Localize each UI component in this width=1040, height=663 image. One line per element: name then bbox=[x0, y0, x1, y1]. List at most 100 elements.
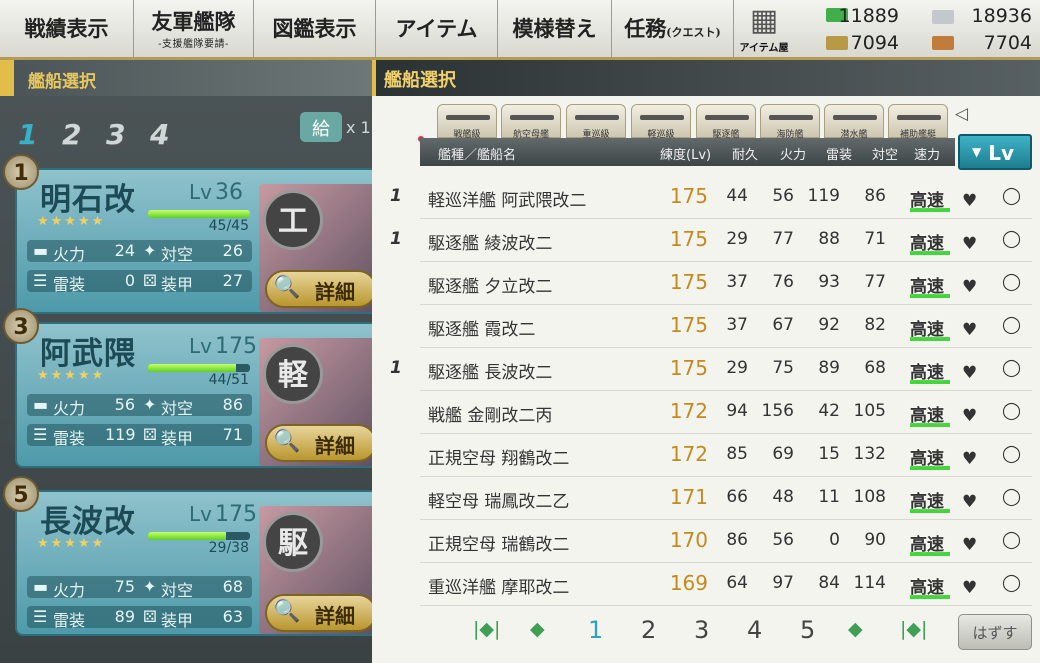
ship-row[interactable]: 軽空母 瑞鳳改二乙 171 66 48 11 108 高速 ♥ ◯ bbox=[420, 477, 1032, 520]
ship-card[interactable]: 3 阿武隈 Lv 175 ★★★★★ 44/51 ▬ 火力 56 ✦ 対空 86 ☰ 雷装 1… bbox=[3, 308, 381, 468]
ship-row[interactable]: 正規空母 翔鶴改二 172 85 69 15 132 高速 ♥ ◯ bbox=[420, 434, 1032, 477]
sort-dropdown[interactable]: ▼ Lv bbox=[958, 134, 1032, 170]
ship-row[interactable]: 1 駆逐艦 綾波改二 175 29 77 88 71 高速 ♥ ◯ bbox=[390, 219, 1032, 262]
bauxite-amount: 7704 bbox=[983, 32, 1032, 54]
speed-badge: 高速 bbox=[910, 401, 950, 427]
fleet-tab-2[interactable]: 2 bbox=[62, 118, 81, 151]
aa-value: 86 bbox=[222, 395, 243, 414]
tab-submarine[interactable]: 潜水艦 bbox=[824, 104, 884, 140]
detail-label: 詳細 bbox=[315, 434, 355, 458]
armor-value: 71 bbox=[222, 425, 243, 444]
heart-lock-icon: ♥ bbox=[962, 234, 978, 254]
fleet-tab-1[interactable]: 1 bbox=[18, 118, 37, 151]
tab-battleship[interactable]: 戦艦級 bbox=[437, 104, 497, 140]
prev-page-icon[interactable]: ◆ bbox=[530, 618, 545, 640]
tab-carrier[interactable]: 航空母艦 bbox=[501, 104, 561, 140]
stat-row: ▬ 火力 75 ✦ 対空 68 bbox=[27, 576, 252, 600]
stat-fire: 76 bbox=[772, 272, 794, 292]
armor-icon: ⚄ bbox=[143, 425, 157, 444]
menu-friend-fleet[interactable]: 友軍艦隊 -支援艦隊要請- bbox=[134, 0, 254, 58]
hp-text: 45/45 bbox=[208, 218, 249, 234]
stat-hp: 37 bbox=[726, 272, 748, 292]
ship-type-name: 駆逐艦 綾波改二 bbox=[428, 234, 553, 254]
lv-label: Lv bbox=[189, 180, 212, 204]
ship-card[interactable]: 1 明石改 Lv 36 ★★★★★ 45/45 ▬ 火力 24 ✦ 対空 26 ☰ 雷装 0 … bbox=[3, 154, 381, 314]
page-4[interactable]: 4 bbox=[747, 616, 762, 644]
fleet-tab-3[interactable]: 3 bbox=[106, 118, 125, 151]
gun-icon: ▬ bbox=[33, 241, 49, 260]
col-level: 練度(Lv) bbox=[660, 148, 712, 163]
ship-level: Lv 175 bbox=[189, 502, 257, 527]
ship-row[interactable]: 重巡洋艦 摩耶改二 169 64 97 84 114 高速 ♥ ◯ bbox=[420, 563, 1032, 606]
detail-button[interactable]: 🔍 詳細 bbox=[265, 270, 377, 308]
speed-badge: 高速 bbox=[910, 229, 950, 255]
aa-value: 26 bbox=[222, 241, 243, 260]
page-2[interactable]: 2 bbox=[641, 616, 656, 644]
stat-torp: 88 bbox=[818, 229, 840, 249]
armor-icon: ⚄ bbox=[143, 271, 157, 290]
menu-furniture-label: 模様替え bbox=[512, 16, 597, 41]
magnifier-icon: 🔍 bbox=[273, 599, 301, 624]
collapse-arrow-icon[interactable]: ◁ bbox=[955, 104, 968, 124]
ship-row[interactable]: 1 軽巡洋艦 阿武隈改二 175 44 56 119 86 高速 ♥ ◯ bbox=[390, 176, 1032, 219]
tab-heavy-cruiser[interactable]: 重巡級 bbox=[566, 104, 626, 140]
ship-row[interactable]: 駆逐艦 霞改二 175 37 67 92 82 高速 ♥ ◯ bbox=[420, 305, 1032, 348]
stat-hp: 44 bbox=[726, 186, 748, 206]
col-aa: 対空 bbox=[872, 148, 899, 163]
fleet-marker: 1 bbox=[390, 358, 402, 378]
tab-escort[interactable]: 海防艦 bbox=[760, 104, 820, 140]
ship-level: 170 bbox=[669, 528, 708, 552]
detail-button[interactable]: 🔍 詳細 bbox=[265, 594, 377, 632]
menu-album[interactable]: 図鑑表示 bbox=[254, 0, 376, 58]
heart-lock-icon: ♥ bbox=[962, 406, 978, 426]
unset-button[interactable]: はずす bbox=[958, 614, 1032, 650]
menu-items[interactable]: アイテム bbox=[376, 0, 498, 58]
lv-label: Lv bbox=[189, 502, 212, 526]
aa-label: 対空 bbox=[161, 245, 194, 264]
menu-furniture[interactable]: 模様替え bbox=[498, 0, 612, 58]
page-3[interactable]: 3 bbox=[694, 616, 709, 644]
stat-hp: 64 bbox=[726, 573, 748, 593]
detail-button[interactable]: 🔍 詳細 bbox=[265, 424, 377, 462]
page-5[interactable]: 5 bbox=[800, 616, 815, 644]
stat-hp: 37 bbox=[726, 315, 748, 335]
stat-aa: 77 bbox=[864, 272, 886, 292]
tab-light-cruiser[interactable]: 軽巡級 bbox=[631, 104, 691, 140]
first-page-icon[interactable]: |◆| bbox=[473, 618, 500, 640]
tab-auxiliary[interactable]: 補助艦艇 bbox=[888, 104, 948, 140]
menu-quests[interactable]: 任務(クエスト) bbox=[612, 0, 734, 58]
supply-button[interactable]: 給 bbox=[300, 112, 342, 142]
ship-row[interactable]: 正規空母 瑞鶴改二 170 86 56 0 90 高速 ♥ ◯ bbox=[420, 520, 1032, 563]
hp-text: 29/38 bbox=[208, 540, 249, 556]
last-page-icon[interactable]: |◆| bbox=[900, 618, 927, 640]
armor-value: 63 bbox=[222, 607, 243, 626]
page-1[interactable]: 1 bbox=[588, 616, 603, 644]
next-page-icon[interactable]: ◆ bbox=[848, 618, 863, 640]
ship-row[interactable]: 1 駆逐艦 長波改二 175 29 75 89 68 高速 ♥ ◯ bbox=[390, 348, 1032, 391]
item-shop-button[interactable]: ▦ アイテム屋 bbox=[737, 3, 791, 55]
bauxite-icon bbox=[932, 36, 954, 50]
ship-card[interactable]: 5 長波改 Lv 175 ★★★★★ 29/38 ▬ 火力 75 ✦ 対空 68 ☰ 雷装 8… bbox=[3, 476, 381, 636]
right-header: 艦船選択 bbox=[372, 60, 1040, 96]
heart-lock-icon: ♥ bbox=[962, 320, 978, 340]
fleet-tab-4[interactable]: 4 bbox=[150, 118, 169, 151]
firepower-label: 火力 bbox=[53, 399, 86, 418]
ammo-amount: 7094 bbox=[850, 32, 899, 54]
tab-destroyer[interactable]: 駆逐艦 bbox=[696, 104, 756, 140]
ship-type-badge: 駆 bbox=[263, 512, 323, 572]
ship-name: 長波改 bbox=[40, 504, 136, 540]
left-header: 艦船選択 bbox=[0, 60, 372, 96]
stat-torp: 93 bbox=[818, 272, 840, 292]
ring-icon: ◯ bbox=[1002, 229, 1022, 249]
ring-icon: ◯ bbox=[1002, 573, 1022, 593]
firepower-value: 56 bbox=[114, 395, 135, 414]
menu-record[interactable]: 戦績表示 bbox=[0, 0, 134, 58]
heart-lock-icon: ♥ bbox=[962, 492, 978, 512]
torpedo-label: 雷装 bbox=[53, 275, 86, 294]
menu-record-label: 戦績表示 bbox=[24, 16, 109, 41]
ship-row[interactable]: 駆逐艦 夕立改二 175 37 76 93 77 高速 ♥ ◯ bbox=[420, 262, 1032, 305]
ship-row[interactable]: 戦艦 金剛改二丙 172 94 156 42 105 高速 ♥ ◯ bbox=[420, 391, 1032, 434]
col-name: 艦種／艦船名 bbox=[438, 148, 517, 163]
speed-badge: 高速 bbox=[910, 530, 950, 556]
lv-value: 36 bbox=[214, 180, 243, 205]
